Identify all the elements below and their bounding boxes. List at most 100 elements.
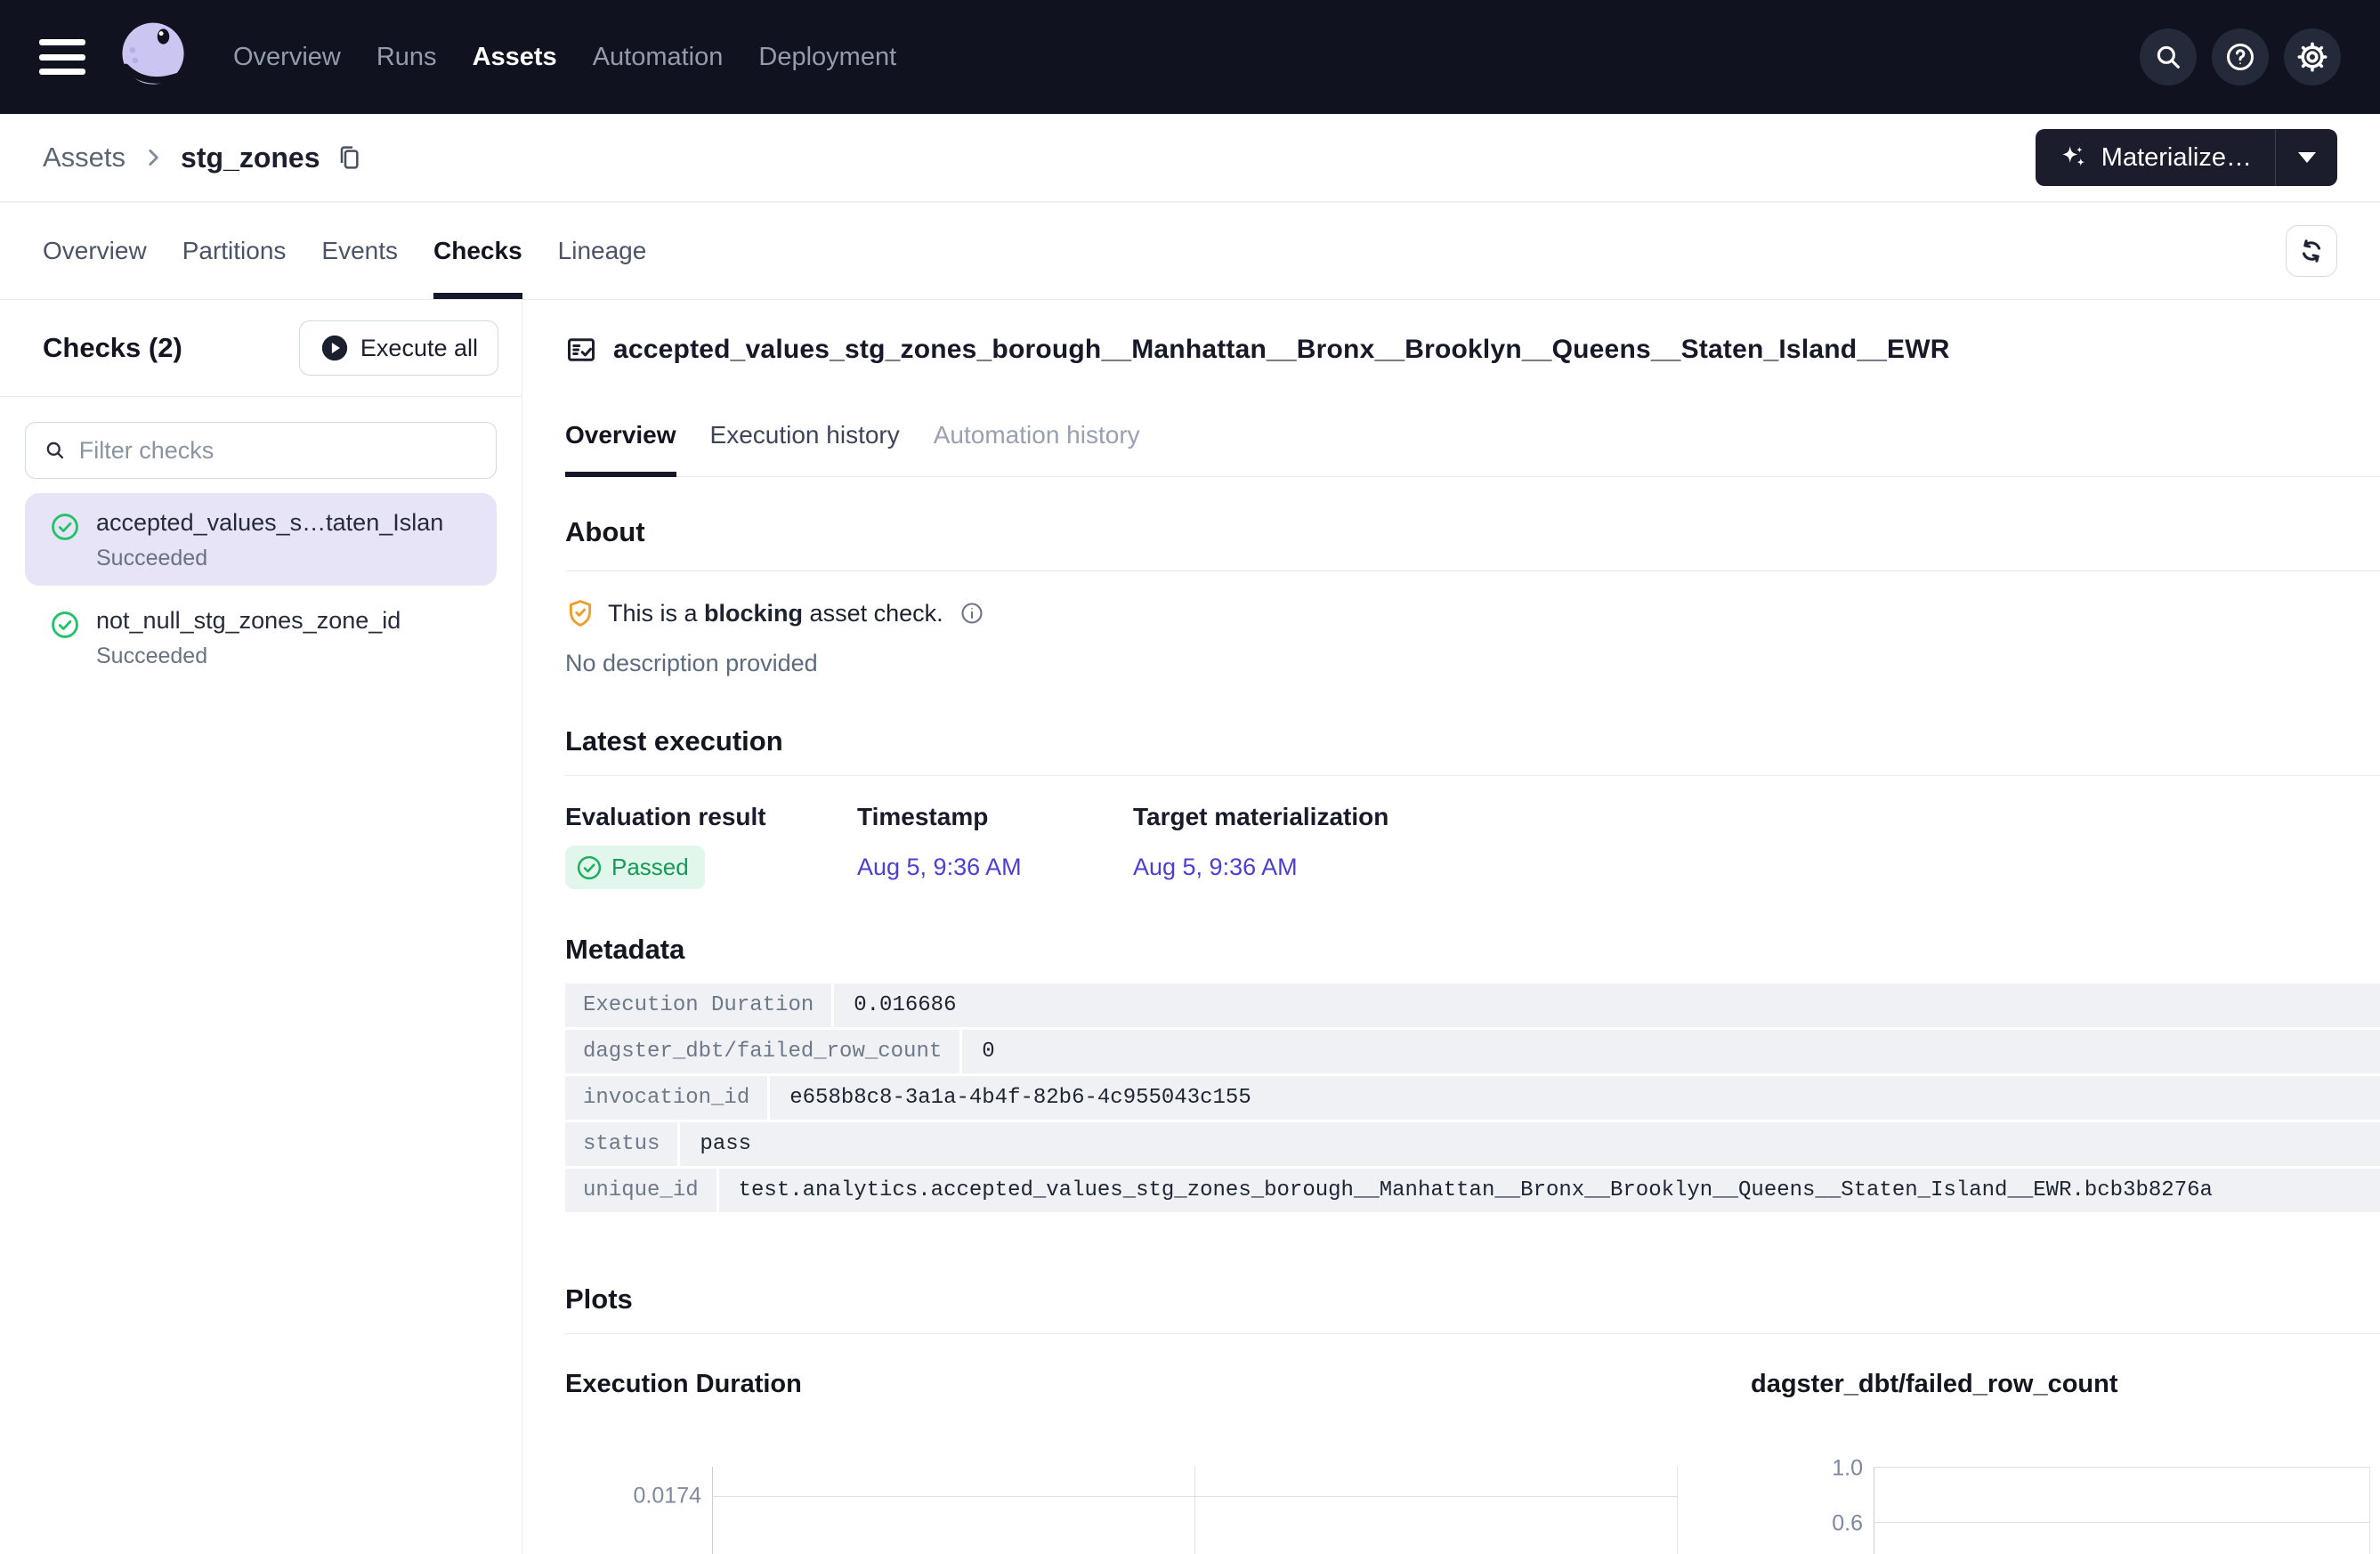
table-row: status pass [565, 1122, 2380, 1166]
success-check-icon [50, 512, 80, 542]
metadata-key: Execution Duration [565, 983, 834, 1027]
dagster-logo-icon[interactable] [110, 12, 196, 101]
nav-item-runs[interactable]: Runs [376, 43, 437, 72]
target-materialization-link[interactable]: Aug 5, 9:36 AM [1133, 854, 1298, 881]
check-title-row: accepted_values_stg_zones_borough__Manha… [565, 334, 2380, 366]
latest-execution-headers: Evaluation result Timestamp Target mater… [565, 803, 2380, 831]
tab-events[interactable]: Events [321, 203, 398, 299]
top-nav: Overview Runs Assets Automation Deployme… [0, 0, 2380, 114]
search-icon[interactable] [2140, 28, 2197, 85]
nav-item-overview[interactable]: Overview [233, 43, 341, 72]
tab-label: Events [321, 237, 398, 265]
execute-all-button[interactable]: Execute all [299, 320, 498, 376]
metadata-value: 0.016686 [834, 983, 2380, 1027]
materialize-dropdown-button[interactable] [2275, 129, 2337, 186]
filter-checks-input[interactable] [79, 437, 478, 465]
failed-row-count-chart: dagster_dbt/failed_row_count 1.0 0.6 [1751, 1370, 2374, 1554]
gridline [2369, 1467, 2370, 1554]
passed-status-badge: Passed [565, 846, 705, 889]
plots-row: Execution Duration 0.0174 dagster_dbt/fa… [565, 1370, 2380, 1554]
metadata-key: dagster_dbt/failed_row_count [565, 1030, 962, 1073]
checks-count-title: Checks (2) [43, 332, 182, 364]
check-detail-tabs: Overview Execution history Automation hi… [565, 421, 2380, 477]
tab-execution-history[interactable]: Execution history [710, 421, 900, 476]
tab-lineage[interactable]: Lineage [558, 203, 647, 299]
page-header: Assets stg_zones Materialize… [0, 114, 2380, 203]
tab-label: Automation history [934, 421, 1140, 449]
asset-tabs-row: Overview Partitions Events Checks Lineag… [0, 203, 2380, 300]
metadata-value: 0 [962, 1030, 2380, 1073]
metadata-value: test.analytics.accepted_values_stg_zones… [719, 1169, 2380, 1212]
check-detail-panel: accepted_values_stg_zones_borough__Manha… [523, 300, 2380, 1554]
check-name: accepted_values_s…taten_Island_ [96, 509, 443, 537]
metadata-value: pass [680, 1122, 2380, 1166]
execute-all-label: Execute all [360, 335, 478, 362]
tab-checks[interactable]: Checks [433, 203, 522, 299]
gridline [1194, 1467, 1195, 1554]
plots-heading: Plots [565, 1283, 2380, 1315]
blocking-check-note: This is a blocking asset check. [565, 598, 2380, 628]
check-list-item-not-null[interactable]: not_null_stg_zones_zone_id Succeeded [25, 591, 497, 684]
latest-execution-heading: Latest execution [565, 725, 2380, 757]
section-divider [565, 775, 2380, 776]
search-icon [44, 438, 67, 463]
check-list-item-accepted-values[interactable]: accepted_values_s…taten_Island_ Succeede… [25, 493, 497, 586]
execution-duration-chart: Execution Duration 0.0174 [565, 1370, 1678, 1554]
gridline [1874, 1522, 2370, 1523]
settings-gear-icon[interactable] [2284, 28, 2341, 85]
success-check-icon [576, 854, 603, 881]
materialize-button-group: Materialize… [2036, 129, 2337, 186]
y-axis-tick-label: 1.0 [1774, 1456, 1863, 1482]
nav-item-automation[interactable]: Automation [593, 43, 724, 72]
section-divider [565, 1333, 2380, 1334]
gridline [712, 1496, 1678, 1497]
timestamp-link[interactable]: Aug 5, 9:36 AM [857, 854, 1022, 881]
check-status: Succeeded [96, 546, 443, 571]
chart-title: dagster_dbt/failed_row_count [1751, 1370, 2374, 1399]
check-title: accepted_values_stg_zones_borough__Manha… [613, 335, 1950, 365]
sidebar-body: accepted_values_s…taten_Island_ Succeede… [0, 397, 522, 684]
help-icon[interactable] [2212, 28, 2269, 85]
tab-label: Overview [565, 421, 676, 449]
tab-overview[interactable]: Overview [43, 203, 147, 299]
chart-title: Execution Duration [565, 1370, 1678, 1399]
check-status: Succeeded [96, 643, 401, 669]
tab-automation-history[interactable]: Automation history [934, 421, 1140, 476]
column-evaluation-result: Evaluation result [565, 803, 857, 831]
metadata-heading: Metadata [565, 934, 2380, 966]
metadata-key: status [565, 1122, 680, 1166]
tab-partitions[interactable]: Partitions [182, 203, 287, 299]
table-row: dagster_dbt/failed_row_count 0 [565, 1030, 2380, 1073]
nav-actions [2140, 28, 2341, 85]
table-row: unique_id test.analytics.accepted_values… [565, 1169, 2380, 1212]
caret-down-icon [2298, 152, 2316, 163]
breadcrumb-assets-link[interactable]: Assets [43, 142, 125, 174]
success-check-icon [50, 610, 80, 640]
breadcrumb-current-asset: stg_zones [181, 142, 320, 174]
materialize-button-label: Materialize… [2101, 143, 2252, 173]
check-list: accepted_values_s…taten_Island_ Succeede… [25, 493, 497, 684]
y-axis-tick-label: 0.0174 [577, 1484, 701, 1509]
materialize-button[interactable]: Materialize… [2036, 129, 2275, 186]
y-axis-line [712, 1467, 713, 1554]
tab-check-overview[interactable]: Overview [565, 421, 676, 476]
no-description-text: No description provided [565, 650, 2380, 677]
chart-plot-area: 0.0174 [565, 1467, 1678, 1554]
info-icon[interactable] [959, 601, 984, 626]
refresh-button[interactable] [2286, 225, 2337, 277]
menu-icon[interactable] [39, 39, 85, 75]
gridline [1874, 1467, 2370, 1468]
tab-label: Overview [43, 237, 147, 265]
tab-label: Checks [433, 237, 522, 265]
copy-icon[interactable] [335, 143, 363, 172]
metadata-key: invocation_id [565, 1076, 770, 1120]
tab-label: Partitions [182, 237, 287, 265]
table-row: invocation_id e658b8c8-3a1a-4b4f-82b6-4c… [565, 1076, 2380, 1120]
nav-item-assets[interactable]: Assets [473, 43, 557, 72]
tab-label: Lineage [558, 237, 647, 265]
asset-check-icon [565, 334, 597, 366]
nav-item-deployment[interactable]: Deployment [758, 43, 896, 72]
chart-plot-area: 1.0 0.6 [1751, 1467, 2370, 1554]
refresh-icon [2297, 237, 2326, 265]
shield-check-icon [565, 598, 595, 628]
